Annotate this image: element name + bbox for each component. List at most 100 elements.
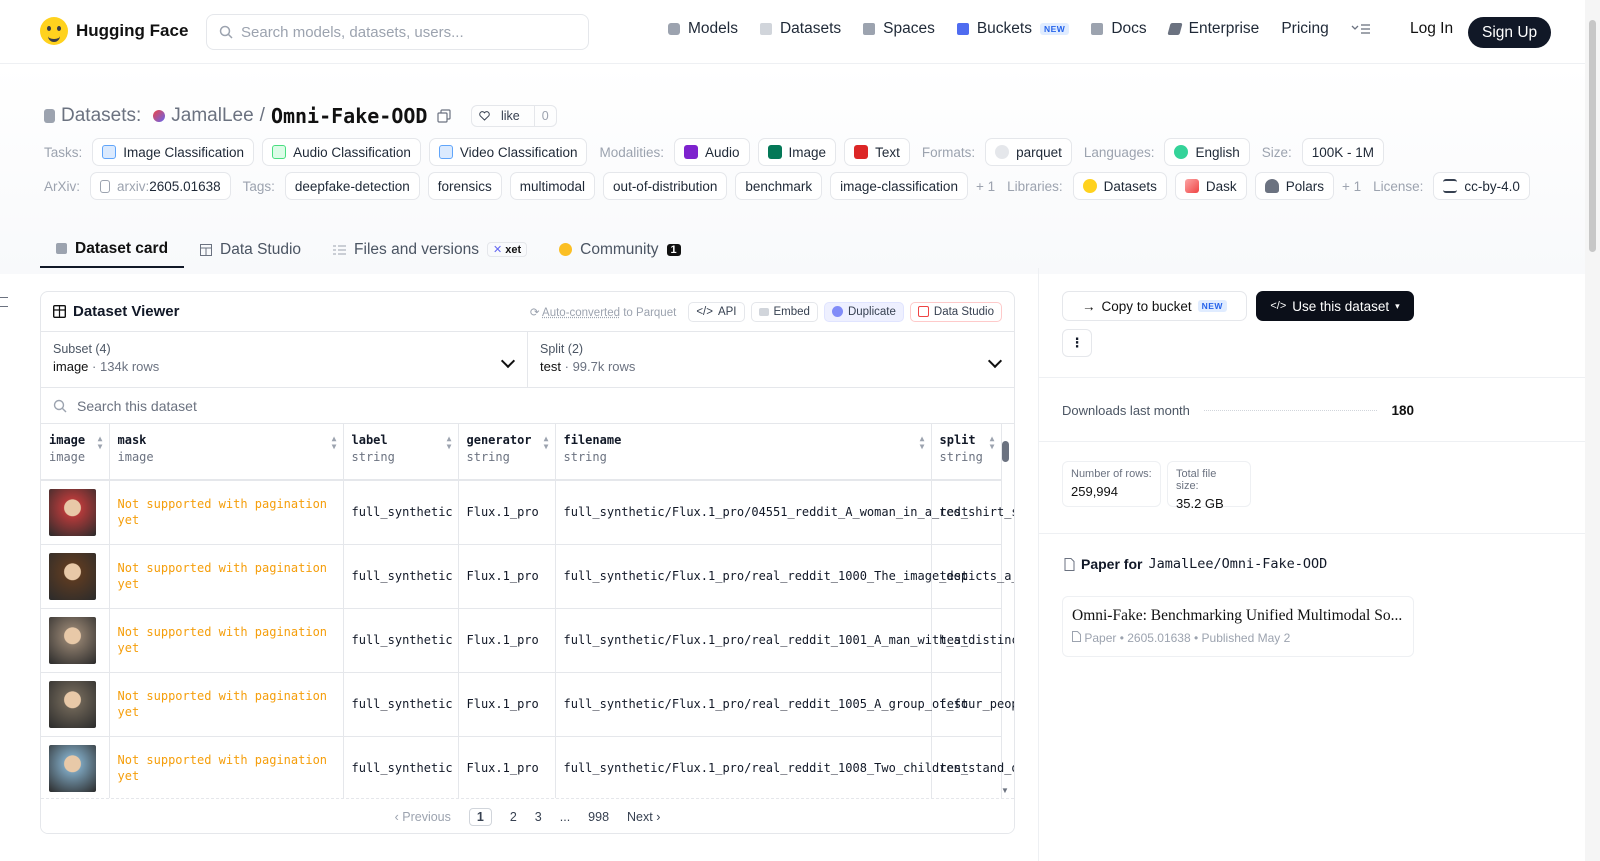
table-row[interactable]: Not supported with pagination yet full_sy… (41, 608, 1014, 673)
language-chip-english[interactable]: English (1164, 138, 1250, 166)
tags-more-button[interactable]: + 1 (976, 179, 995, 194)
library-chip-datasets[interactable]: Datasets (1072, 172, 1167, 200)
like-button[interactable]: like 0 (471, 105, 557, 127)
sort-icon[interactable]: ▲ ▼ (920, 435, 925, 451)
libraries-more-button[interactable]: + 1 (1342, 179, 1361, 194)
generator-cell[interactable]: Flux.1_pro (458, 672, 556, 737)
repo-name-link[interactable]: Omni-Fake-OOD (271, 104, 428, 128)
copy-to-bucket-button[interactable]: → Copy to bucket NEW (1062, 291, 1247, 321)
brand-logo[interactable]: Hugging Face (40, 17, 188, 45)
column-header-filename[interactable]: filename string ▲ ▼ (555, 424, 932, 481)
modality-chip-audio[interactable]: Audio (674, 138, 750, 166)
scroll-down-icon[interactable]: ▼ (1001, 786, 1009, 795)
library-chip-polars[interactable]: Polars (1254, 172, 1334, 200)
mask-cell[interactable]: Not supported with pagination yet (109, 672, 344, 737)
subset-select[interactable]: Subset (4) image · 134k rows (41, 332, 527, 387)
column-header-generator[interactable]: generator string ▲ ▼ (458, 424, 556, 481)
global-search-input[interactable] (241, 23, 571, 41)
tag-chip[interactable]: multimodal (509, 172, 596, 200)
label-cell[interactable]: full_synthetic (343, 736, 459, 801)
nav-datasets[interactable]: Datasets (759, 20, 841, 38)
vertical-scroll-track[interactable]: ▼ (1000, 441, 1012, 795)
duplicate-button[interactable]: Duplicate (823, 301, 904, 322)
data-studio-button[interactable]: Data Studio (909, 301, 1002, 322)
tag-chip[interactable]: deepfake-detection (284, 172, 420, 200)
image-cell[interactable] (41, 544, 110, 609)
task-chip-video-classification[interactable]: Video Classification (428, 138, 588, 166)
nav-buckets[interactable]: Buckets NEW (956, 20, 1070, 38)
login-link[interactable]: Log In (1410, 20, 1453, 38)
filename-cell[interactable]: full_synthetic/Flux.1_pro/real_reddit_10… (555, 608, 1014, 673)
split-select[interactable]: Split (2) test · 99.7k rows (527, 332, 1014, 387)
next-page-button[interactable]: Next › (627, 810, 660, 824)
task-chip-audio-classification[interactable]: Audio Classification (262, 138, 421, 166)
filename-cell[interactable]: full_synthetic/Flux.1_pro/real_reddit_10… (555, 544, 1014, 609)
page-2-button[interactable]: 2 (510, 810, 517, 824)
page-scroll-thumb[interactable] (1589, 20, 1596, 252)
more-options-button[interactable]: ⋮ (1062, 329, 1092, 357)
task-chip-image-classification[interactable]: Image Classification (92, 138, 255, 166)
column-header-mask[interactable]: mask image ▲ ▼ (109, 424, 344, 481)
dataset-search-input[interactable] (77, 397, 677, 414)
nav-more-menu[interactable] (1351, 23, 1371, 35)
tab-files-and-versions[interactable]: Files and versions ✕ xet (317, 231, 543, 268)
image-thumbnail[interactable] (49, 680, 96, 728)
image-thumbnail[interactable] (49, 552, 96, 600)
mask-cell[interactable]: Not supported with pagination yet (109, 736, 344, 801)
modality-chip-image[interactable]: Image (757, 138, 837, 166)
image-cell[interactable] (41, 736, 110, 801)
page-3-button[interactable]: 3 (535, 810, 542, 824)
modality-chip-text[interactable]: Text (844, 138, 910, 166)
toc-toggle-icon[interactable] (0, 297, 8, 307)
image-thumbnail[interactable] (49, 744, 96, 792)
auto-converted-link[interactable]: Auto-converted (542, 307, 620, 319)
table-row[interactable]: Not supported with pagination yet full_sy… (41, 672, 1014, 737)
tag-chip[interactable]: out-of-distribution (603, 172, 728, 200)
api-button[interactable]: </> API (688, 301, 745, 322)
label-cell[interactable]: full_synthetic (343, 608, 459, 673)
nav-spaces[interactable]: Spaces (863, 20, 935, 38)
column-header-split[interactable]: split string ▲ ▼ (931, 424, 1002, 481)
image-cell[interactable] (41, 480, 110, 545)
image-thumbnail[interactable] (49, 488, 96, 536)
embed-button[interactable]: Embed (750, 301, 818, 322)
arxiv-chip[interactable]: arxiv:2605.01638 (90, 172, 231, 200)
label-cell[interactable]: full_synthetic (343, 672, 459, 737)
filename-cell[interactable]: full_synthetic/Flux.1_pro/04551_reddit_A… (555, 480, 1014, 545)
image-cell[interactable] (41, 672, 110, 737)
label-cell[interactable]: full_synthetic (343, 480, 459, 545)
nav-docs[interactable]: Docs (1091, 20, 1147, 38)
tag-chip[interactable]: forensics (427, 172, 502, 200)
column-header-label[interactable]: label string ▲ ▼ (343, 424, 459, 481)
size-chip[interactable]: 100K - 1M (1301, 138, 1385, 166)
owner-link[interactable]: JamalLee (171, 105, 253, 127)
image-thumbnail[interactable] (49, 616, 96, 664)
sort-icon[interactable]: ▲ ▼ (447, 435, 452, 451)
label-cell[interactable]: full_synthetic (343, 544, 459, 609)
mask-cell[interactable]: Not supported with pagination yet (109, 608, 344, 673)
table-row[interactable]: Not supported with pagination yet full_sy… (41, 544, 1014, 609)
generator-cell[interactable]: Flux.1_pro (458, 736, 556, 801)
sort-icon[interactable]: ▲ ▼ (544, 435, 549, 451)
filename-cell[interactable]: full_synthetic/Flux.1_pro/real_reddit_10… (555, 736, 1014, 801)
nav-pricing[interactable]: Pricing (1281, 20, 1328, 38)
library-chip-dask[interactable]: Dask (1174, 172, 1247, 200)
generator-cell[interactable]: Flux.1_pro (458, 544, 556, 609)
page-1-button[interactable]: 1 (468, 807, 492, 826)
page-last-button[interactable]: 998 (588, 810, 609, 824)
table-row[interactable]: Not supported with pagination yet full_sy… (41, 736, 1014, 801)
paper-card[interactable]: Omni-Fake: Benchmarking Unified Multimod… (1062, 596, 1414, 657)
page-scrollbar[interactable] (1585, 0, 1600, 861)
tag-chip[interactable]: benchmark (735, 172, 823, 200)
nav-models[interactable]: Models (668, 20, 738, 38)
signup-button[interactable]: Sign Up (1468, 17, 1552, 48)
tag-chip[interactable]: image-classification (830, 172, 968, 200)
table-row[interactable]: Not supported with pagination yet full_sy… (41, 480, 1014, 545)
format-chip-parquet[interactable]: parquet (985, 138, 1072, 166)
generator-cell[interactable]: Flux.1_pro (458, 480, 556, 545)
tab-dataset-card[interactable]: Dataset card (40, 231, 185, 268)
tab-data-studio[interactable]: Data Studio (184, 231, 317, 268)
tab-community[interactable]: Community 1 (543, 231, 697, 268)
license-chip[interactable]: cc-by-4.0 (1433, 172, 1530, 200)
scroll-thumb[interactable] (1002, 441, 1009, 462)
